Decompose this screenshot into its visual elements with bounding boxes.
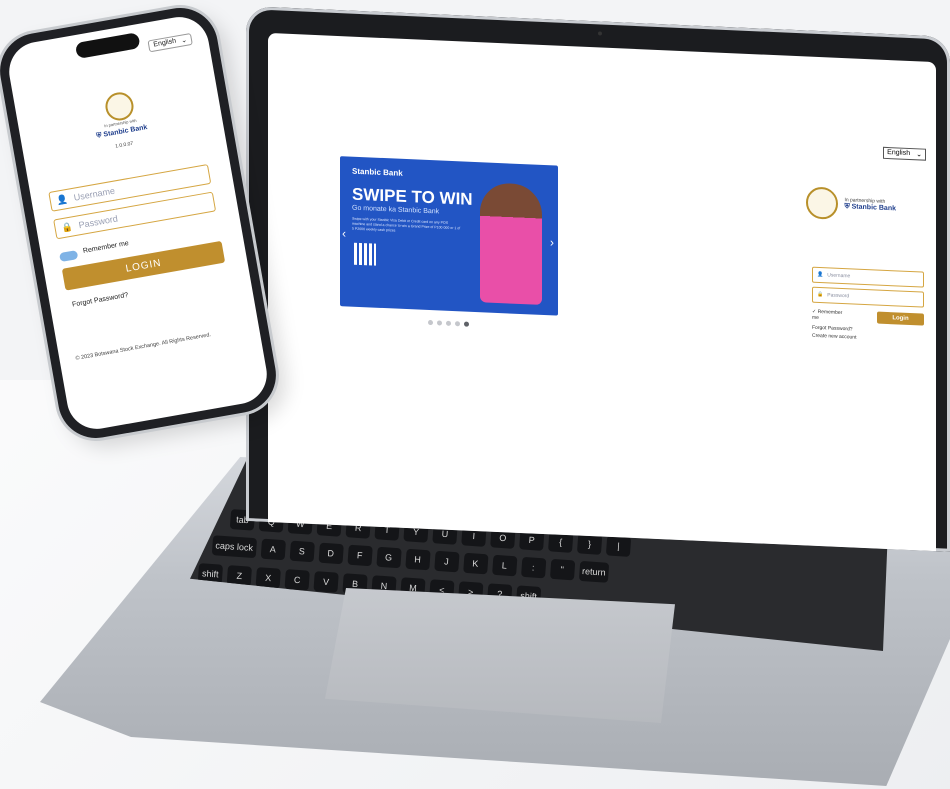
- bank-name: Stanbic Bank: [851, 203, 896, 213]
- keyboard-key[interactable]: S: [289, 540, 315, 563]
- remember-me-toggle[interactable]: [59, 250, 79, 263]
- phone-language-select[interactable]: English ⌄: [147, 32, 193, 53]
- qr-code-icon: [354, 242, 376, 266]
- keyboard-key[interactable]: K: [462, 552, 489, 575]
- keyboard-key[interactable]: }: [576, 533, 603, 555]
- keyboard-key[interactable]: :: [520, 556, 546, 579]
- chevron-down-icon: ⌄: [916, 151, 922, 159]
- lock-icon: 🔒: [60, 220, 74, 233]
- keyboard-key[interactable]: C: [284, 569, 310, 591]
- remember-me-checkbox[interactable]: ✓ Remember me: [812, 309, 847, 323]
- language-value: English: [887, 148, 911, 157]
- keyboard-key[interactable]: G: [375, 546, 402, 569]
- keyboard-key[interactable]: caps lock: [211, 535, 257, 559]
- keyboard-key[interactable]: D: [318, 542, 344, 565]
- keyboard-key[interactable]: J: [433, 550, 460, 573]
- forgot-password-link[interactable]: Forgot Password?: [72, 292, 129, 309]
- keyboard-key[interactable]: V: [313, 571, 339, 593]
- shield-icon: ⛨: [95, 132, 103, 140]
- promo-person-image: [480, 182, 542, 305]
- carousel-indicators: [428, 319, 469, 327]
- keyboard-key[interactable]: ": [549, 558, 575, 581]
- user-icon: 👤: [817, 271, 824, 279]
- chevron-right-icon[interactable]: ›: [550, 235, 554, 249]
- remember-label: Remember me: [812, 308, 843, 322]
- chevron-left-icon[interactable]: ‹: [342, 226, 346, 240]
- login-button[interactable]: Login: [876, 311, 924, 326]
- carousel-dot-active[interactable]: [464, 321, 469, 327]
- phone-notch: [74, 32, 141, 59]
- language-select[interactable]: English ⌄: [883, 146, 926, 161]
- keyboard-key[interactable]: X: [255, 567, 281, 589]
- laptop-screen: English ⌄ Stanbic Bank SWIPE TO WIN Go m…: [268, 32, 936, 552]
- keyboard-key[interactable]: F: [346, 544, 373, 567]
- laptop-lid: English ⌄ Stanbic Bank SWIPE TO WIN Go m…: [246, 6, 950, 552]
- remember-label: Remember me: [82, 239, 130, 255]
- exchange-seal-logo: [806, 186, 839, 220]
- promo-carousel[interactable]: Stanbic Bank SWIPE TO WIN Go monate ka S…: [340, 156, 558, 316]
- copyright-text: © 2023 Botswana Stock Exchange. All Righ…: [75, 332, 212, 362]
- keyboard-key[interactable]: |: [605, 535, 632, 557]
- carousel-dot[interactable]: [455, 321, 460, 327]
- lock-icon: 🔒: [817, 291, 824, 299]
- carousel-dot[interactable]: [446, 320, 451, 326]
- password-placeholder: Password: [827, 292, 850, 300]
- partner-logos: In partnership with ⛨ Stanbic Bank: [806, 186, 896, 222]
- username-field[interactable]: 👤 Username: [812, 266, 924, 288]
- carousel-fine-print: Swipe with your Stanbic Visa Debit or Cr…: [352, 216, 461, 233]
- stanbic-logo: ⛨ Stanbic Bank: [844, 203, 896, 213]
- username-placeholder: Username: [827, 272, 851, 280]
- shield-icon: ⛨: [844, 203, 850, 211]
- password-field[interactable]: 🔒 Password: [812, 286, 924, 308]
- user-icon: 👤: [55, 193, 69, 206]
- language-value: English: [152, 37, 177, 49]
- keyboard-key[interactable]: A: [260, 538, 286, 561]
- carousel-dot[interactable]: [437, 320, 442, 326]
- chevron-down-icon: ⌄: [180, 36, 188, 45]
- carousel-dot[interactable]: [428, 319, 433, 326]
- camera-icon: [598, 31, 602, 36]
- username-placeholder: Username: [72, 185, 116, 203]
- keyboard-key[interactable]: L: [491, 554, 517, 577]
- keyboard-key[interactable]: return: [578, 560, 610, 583]
- login-form: 👤 Username 🔒 Password ✓ Remember me Logi…: [812, 266, 924, 344]
- carousel-brand: Stanbic Bank: [352, 166, 403, 178]
- keyboard-key[interactable]: H: [404, 548, 431, 571]
- password-placeholder: Password: [77, 213, 119, 231]
